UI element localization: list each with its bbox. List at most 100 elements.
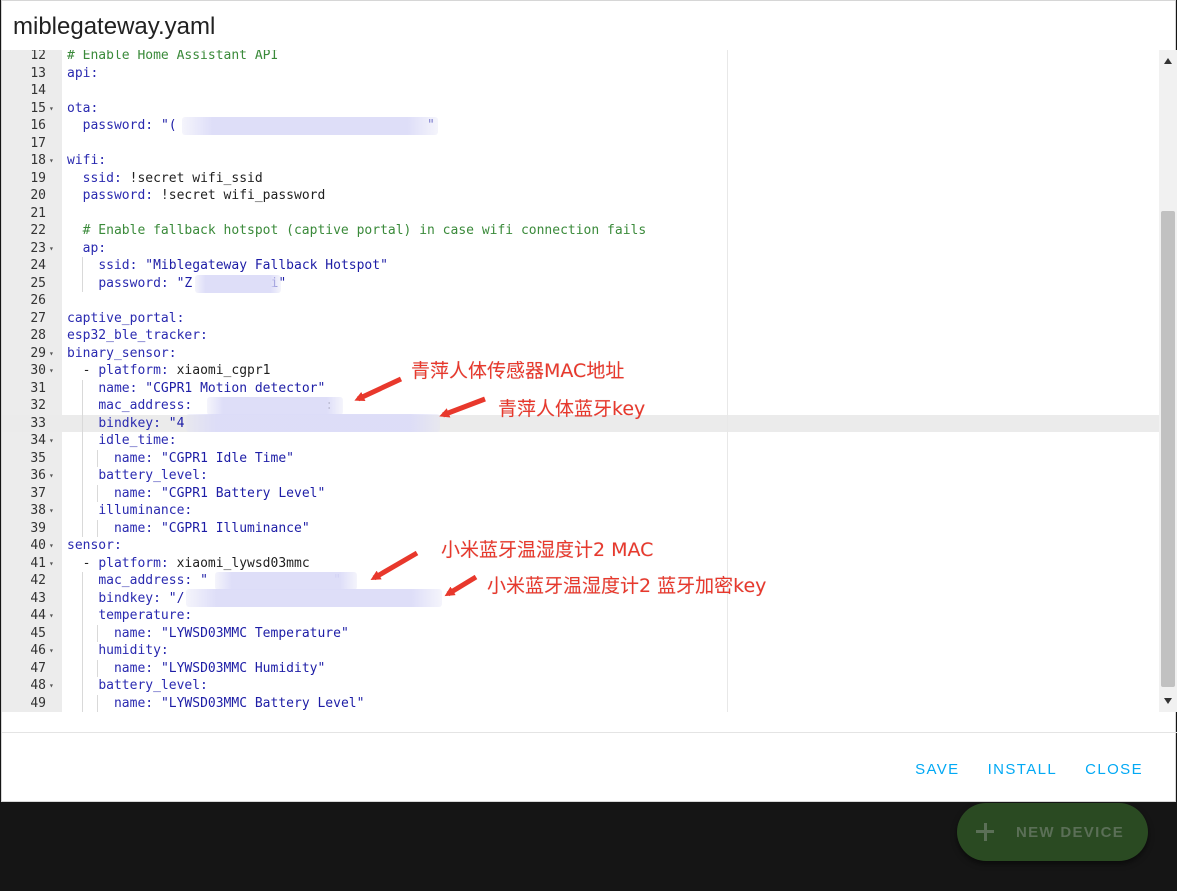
line-number: 13: [30, 65, 46, 81]
fold-toggle-icon[interactable]: ▾: [49, 100, 59, 118]
line-number: 22: [30, 223, 46, 238]
code-line: 16 password: "( ": [2, 117, 1159, 135]
new-device-button[interactable]: NEW DEVICE: [957, 803, 1148, 861]
install-button[interactable]: INSTALL: [974, 761, 1072, 779]
fold-toggle-icon[interactable]: ▾: [49, 642, 59, 660]
redacted-lywsd-mac: [215, 572, 357, 590]
line-number: 18: [30, 153, 46, 168]
fold-toggle-icon[interactable]: ▾: [49, 240, 59, 258]
code-line: 23 ▾ ap:: [2, 240, 1159, 258]
code-line: 36 ▾ battery_level:: [2, 467, 1159, 485]
line-number: 41: [30, 555, 46, 571]
code-line: 45 name: "LYWSD03MMC Temperature": [2, 624, 1159, 642]
code-line: 48 ▾ battery_level:: [2, 677, 1159, 695]
fold-toggle-icon[interactable]: ▾: [49, 432, 59, 450]
code-line: 38 ▾ illuminance:: [2, 502, 1159, 520]
fold-toggle-icon[interactable]: ▾: [49, 502, 59, 520]
plus-icon: [975, 822, 995, 842]
fold-toggle-icon[interactable]: ▾: [49, 362, 59, 380]
code-text: # Enable fallback hotspot (captive porta…: [67, 223, 647, 238]
code-text: wifi:: [67, 153, 107, 168]
code-text: name: "CGPR1 Idle Time": [113, 450, 294, 466]
code-text: name: "CGPR1 Illuminance": [113, 520, 310, 536]
code-text: - platform: xiaomi_cgpr1: [67, 363, 271, 378]
code-text: captive_portal:: [67, 310, 185, 326]
code-text: name: "CGPR1 Motion detector": [98, 380, 326, 396]
code-line: 20 password: !secret wifi_password: [2, 187, 1159, 205]
line-number: 46: [30, 643, 46, 658]
line-number: 29: [30, 345, 46, 361]
dialog-actions: SAVE INSTALL CLOSE: [901, 761, 1157, 779]
code-text: name: "CGPR1 Battery Level": [113, 485, 326, 501]
line-number: 17: [30, 135, 46, 151]
dialog-title: miblegateway.yaml: [13, 13, 216, 40]
line-number: 15: [30, 100, 46, 116]
fold-toggle-icon[interactable]: ▾: [49, 345, 59, 363]
code-line: 37 name: "CGPR1 Battery Level": [2, 484, 1159, 502]
dialog-divider: [2, 732, 1177, 733]
redacted-lywsd-bindkey: [186, 589, 442, 607]
line-number: 12: [30, 50, 46, 63]
fold-toggle-icon[interactable]: ▾: [49, 677, 59, 695]
fold-toggle-icon[interactable]: ▾: [49, 152, 59, 170]
code-text: esp32_ble_tracker:: [67, 328, 208, 343]
line-number: 32: [30, 398, 46, 413]
line-number: 14: [30, 83, 46, 98]
line-number: 23: [30, 240, 46, 256]
code-text: binary_sensor:: [67, 345, 177, 361]
code-line: 25 password: "Z i": [2, 274, 1159, 292]
line-number: 49: [30, 695, 46, 711]
code-text: name: "LYWSD03MMC Humidity": [113, 660, 326, 676]
annotation-lywsd-key: 小米蓝牙温湿度计2 蓝牙加密key: [487, 575, 767, 597]
scroll-thumb[interactable]: [1161, 211, 1175, 687]
code-line: 19 ssid: !secret wifi_ssid: [2, 170, 1159, 188]
scroll-up-arrow-icon[interactable]: [1164, 58, 1172, 64]
annotation-cgpr1-key: 青萍人体蓝牙key: [498, 398, 646, 420]
code-text: ssid: !secret wifi_ssid: [82, 170, 263, 186]
fold-toggle-icon[interactable]: ▾: [49, 607, 59, 625]
fold-toggle-icon[interactable]: ▾: [49, 537, 59, 555]
line-number: 19: [30, 170, 46, 186]
line-number: 44: [30, 608, 46, 623]
code-line: 24 ssid: "Miblegateway Fallback Hotspot": [2, 257, 1159, 275]
close-button[interactable]: CLOSE: [1071, 761, 1157, 779]
code-text: password: !secret wifi_password: [82, 188, 326, 203]
redacted-ota-password: [182, 117, 438, 135]
code-line: 14: [2, 82, 1159, 100]
line-number: 24: [30, 258, 46, 273]
fold-toggle-icon[interactable]: ▾: [49, 467, 59, 485]
code-line: 27 captive_portal:: [2, 310, 1159, 328]
line-number: 26: [30, 293, 46, 308]
line-number: 35: [30, 450, 46, 466]
code-text: - platform: xiaomi_lywsd03mmc: [67, 555, 310, 571]
code-line: 46 ▾ humidity:: [2, 642, 1159, 660]
code-text: idle_time:: [98, 433, 177, 448]
code-line: 12 # Enable Home Assistant API: [2, 50, 1159, 65]
code-line: 13 api:: [2, 65, 1159, 83]
redacted-cgpr1-mac: [207, 397, 343, 415]
fold-toggle-icon[interactable]: ▾: [49, 555, 59, 573]
line-number: 28: [30, 328, 46, 343]
line-number: 39: [30, 520, 46, 536]
line-number: 31: [30, 380, 46, 396]
line-number: 42: [30, 573, 46, 588]
code-line: 34 ▾ idle_time:: [2, 432, 1159, 450]
editor-scrollbar[interactable]: [1159, 50, 1177, 712]
line-number: 16: [30, 118, 46, 133]
code-line: 26: [2, 292, 1159, 310]
annotation-cgpr1-mac: 青萍人体传感器MAC地址: [411, 360, 625, 382]
line-number: 43: [30, 590, 46, 606]
code-text: bindkey: "/: [98, 590, 185, 606]
line-number: 30: [30, 363, 46, 378]
code-text: name: "LYWSD03MMC Battery Level": [113, 695, 365, 711]
redacted-ap-password: [195, 275, 281, 293]
code-text: name: "LYWSD03MMC Temperature": [113, 625, 349, 641]
code-text: bindkey: "4: [98, 415, 185, 431]
code-line: 18 ▾ wifi:: [2, 152, 1159, 170]
save-button[interactable]: SAVE: [901, 761, 974, 779]
code-text: sensor:: [67, 538, 122, 553]
line-number: 36: [30, 468, 46, 483]
line-number: 20: [30, 188, 46, 203]
annotation-lywsd-mac: 小米蓝牙温湿度计2 MAC: [441, 539, 654, 561]
scroll-down-arrow-icon[interactable]: [1164, 698, 1172, 704]
